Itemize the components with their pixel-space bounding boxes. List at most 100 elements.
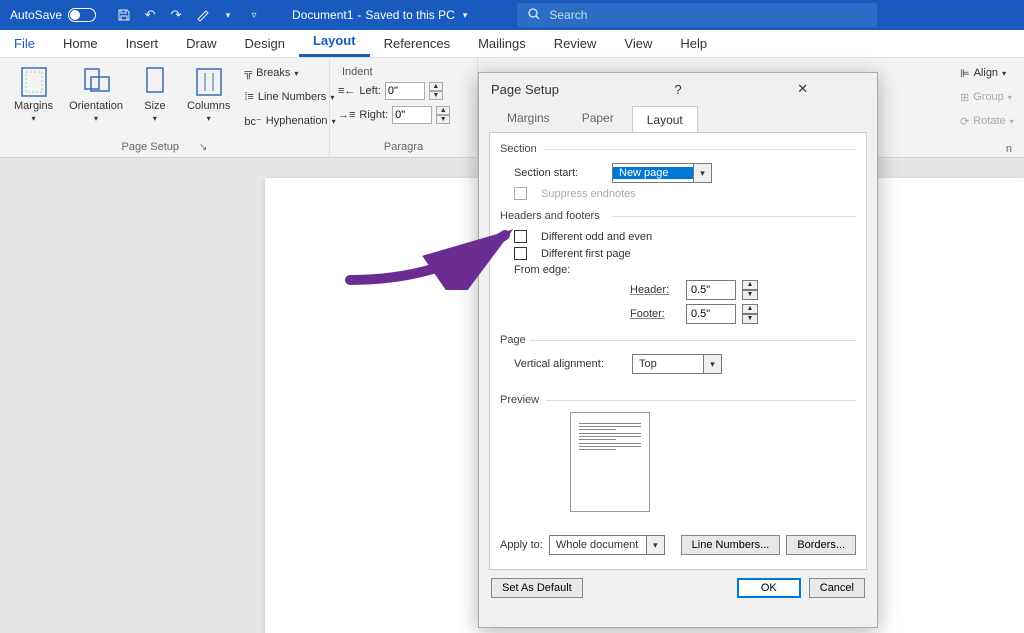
chevron-down-icon: ▾: [153, 114, 157, 123]
indent-left-down[interactable]: ▼: [429, 91, 443, 100]
tab-help[interactable]: Help: [666, 30, 721, 57]
help-icon[interactable]: ?: [616, 82, 741, 97]
suppress-endnotes-checkbox: [514, 187, 527, 200]
doc-name: Document1: [292, 8, 353, 22]
chevron-down-icon[interactable]: ▾: [463, 10, 468, 21]
group-label-page-setup: Page Setup: [122, 141, 180, 153]
toggle-switch[interactable]: [68, 8, 96, 22]
borders-button[interactable]: Borders...: [786, 535, 856, 555]
dialog-footer: Set As Default OK Cancel: [479, 570, 877, 606]
ok-button[interactable]: OK: [737, 578, 801, 598]
tab-mailings[interactable]: Mailings: [464, 30, 540, 57]
indent-right-row: →≡ Right: ▲▼: [338, 104, 450, 126]
preview-thumbnail: [570, 412, 650, 512]
save-icon[interactable]: [116, 7, 132, 23]
dialog-title: Page Setup: [491, 82, 616, 97]
page-setup-dialog: Page Setup ? ✕ Margins Paper Layout Sect…: [478, 72, 878, 628]
indent-left-input[interactable]: [385, 82, 425, 100]
qat-overflow-icon[interactable]: ▿: [246, 7, 262, 23]
group-label-paragraph: Paragra: [384, 141, 423, 153]
indent-right-icon: →≡: [338, 109, 355, 121]
valign-label: Vertical alignment:: [514, 358, 624, 370]
different-odd-even-label: Different odd and even: [541, 231, 652, 243]
line-numbers-button[interactable]: ⁞≡Line Numbers▾: [240, 86, 339, 108]
apply-to-label: Apply to:: [500, 539, 543, 551]
brush-icon[interactable]: [194, 7, 210, 23]
different-first-page-checkbox[interactable]: [514, 247, 527, 260]
page-setup-launcher-icon[interactable]: ↘: [199, 142, 207, 153]
tab-home[interactable]: Home: [49, 30, 112, 57]
dialog-tab-layout[interactable]: Layout: [632, 106, 698, 133]
chevron-down-icon: ▾: [703, 355, 721, 373]
columns-button[interactable]: Columns ▾: [181, 62, 236, 127]
rotate-button[interactable]: ⟳Rotate▾: [956, 110, 1018, 132]
dialog-tabs: Margins Paper Layout: [479, 105, 877, 132]
indent-right-up[interactable]: ▲: [436, 106, 450, 115]
rotate-icon: ⟳: [960, 115, 969, 128]
cancel-button[interactable]: Cancel: [809, 578, 865, 598]
breaks-button[interactable]: ╦Breaks▾: [240, 62, 339, 84]
group-button[interactable]: ⊞Group▾: [956, 86, 1016, 108]
indent-right-down[interactable]: ▼: [436, 115, 450, 124]
chevron-down-icon: ▾: [693, 164, 711, 182]
apply-to-dropdown[interactable]: Whole document ▾: [549, 535, 665, 555]
footer-down[interactable]: ▼: [742, 314, 758, 324]
search-input[interactable]: [549, 8, 867, 22]
indent-left-up[interactable]: ▲: [429, 82, 443, 91]
saved-status: Saved to this PC: [365, 8, 454, 22]
undo-icon[interactable]: ↶: [142, 7, 158, 23]
section-start-label: Section start:: [514, 167, 604, 179]
redo-icon[interactable]: ↷: [168, 7, 184, 23]
header-input[interactable]: [686, 280, 736, 300]
header-label: Header:: [630, 284, 680, 296]
indent-label: Indent: [338, 66, 373, 78]
search-icon: [527, 7, 541, 24]
dialog-tab-paper[interactable]: Paper: [568, 105, 628, 132]
orientation-button[interactable]: Orientation ▾: [63, 62, 129, 127]
autosave-toggle[interactable]: AutoSave: [0, 8, 106, 22]
align-button[interactable]: ⊫Align▾: [956, 62, 1010, 84]
dialog-titlebar: Page Setup ? ✕: [479, 73, 877, 105]
headers-footers-heading: Headers and footers: [500, 210, 856, 222]
header-up[interactable]: ▲: [742, 280, 758, 290]
footer-up[interactable]: ▲: [742, 304, 758, 314]
size-button[interactable]: Size ▾: [133, 62, 177, 127]
preview-heading: Preview: [500, 394, 856, 406]
search-box[interactable]: [517, 3, 877, 27]
header-down[interactable]: ▼: [742, 290, 758, 300]
group-icon: ⊞: [960, 91, 969, 104]
chevron-down-icon: ▾: [646, 536, 664, 554]
autosave-label: AutoSave: [10, 8, 62, 22]
tab-file[interactable]: File: [0, 30, 49, 57]
ribbon-group-paragraph: Indent ≡← Left: ▲▼ →≡ Right: ▲▼ Paragra: [330, 58, 478, 157]
valign-dropdown[interactable]: Top ▾: [632, 354, 722, 374]
different-odd-even-checkbox[interactable]: [514, 230, 527, 243]
indent-left-row: ≡← Left: ▲▼: [338, 80, 443, 102]
customize-qat-icon[interactable]: ▾: [220, 7, 236, 23]
set-as-default-button[interactable]: Set As Default: [491, 578, 583, 598]
orientation-icon: [80, 66, 112, 98]
tab-references[interactable]: References: [370, 30, 464, 57]
dialog-tab-margins[interactable]: Margins: [493, 105, 564, 132]
tab-draw[interactable]: Draw: [172, 30, 230, 57]
footer-input[interactable]: [686, 304, 736, 324]
quick-access-toolbar: ↶ ↷ ▾ ▿: [106, 7, 272, 23]
size-icon: [139, 66, 171, 98]
different-first-page-label: Different first page: [541, 248, 631, 260]
tab-review[interactable]: Review: [540, 30, 611, 57]
section-heading: Section: [500, 143, 856, 155]
line-numbers-icon: ⁞≡: [244, 91, 253, 103]
indent-right-input[interactable]: [392, 106, 432, 124]
tab-view[interactable]: View: [610, 30, 666, 57]
hyphenation-button[interactable]: bc⁻Hyphenation▾: [240, 110, 339, 132]
document-title[interactable]: Document1 - Saved to this PC ▾: [272, 8, 487, 22]
suppress-endnotes-label: Suppress endnotes: [541, 188, 636, 200]
margins-button[interactable]: Margins ▾: [8, 62, 59, 127]
tab-design[interactable]: Design: [231, 30, 299, 57]
section-start-dropdown[interactable]: New page ▾: [612, 163, 712, 183]
tab-insert[interactable]: Insert: [112, 30, 173, 57]
tab-layout[interactable]: Layout: [299, 27, 370, 57]
line-numbers-button[interactable]: Line Numbers...: [681, 535, 781, 555]
title-bar: AutoSave ↶ ↷ ▾ ▿ Document1 - Saved to th…: [0, 0, 1024, 30]
close-icon[interactable]: ✕: [740, 81, 865, 97]
